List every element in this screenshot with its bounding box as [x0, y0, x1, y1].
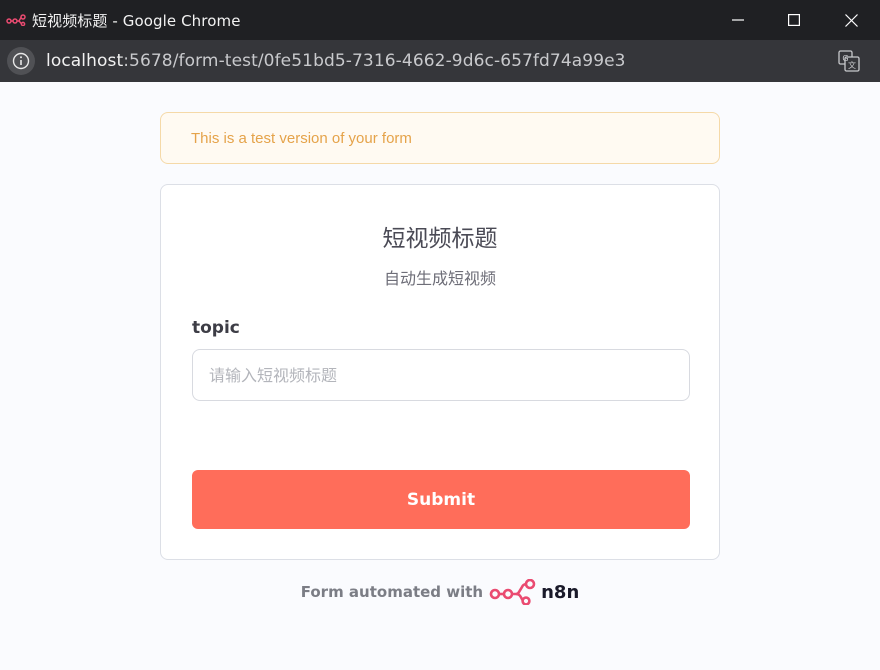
n8n-logo-icon: [6, 13, 28, 27]
address-bar: localhost:5678/form-test/0fe51bd5-7316-4…: [0, 40, 880, 82]
n8n-brand-text[interactable]: n8n: [541, 582, 579, 603]
maximize-icon: [788, 14, 800, 26]
form-subtitle: 自动生成短视频: [383, 269, 496, 288]
minimize-icon: [732, 19, 744, 21]
topic-input[interactable]: [192, 349, 690, 401]
form-title: 短视频标题: [382, 226, 498, 252]
test-version-banner: This is a test version of your form: [160, 112, 720, 164]
minimize-button[interactable]: [709, 0, 767, 40]
site-info-button[interactable]: [7, 47, 35, 75]
automated-with-text: Form automated with: [300, 583, 484, 601]
maximize-button[interactable]: [765, 0, 823, 40]
window-title: 短视频标题 - Google Chrome: [32, 11, 241, 30]
close-icon: [844, 13, 858, 27]
url-host: localhost: [46, 51, 124, 71]
translate-icon: G 文: [838, 50, 860, 72]
close-window-button[interactable]: [822, 0, 880, 40]
test-version-text: This is a test version of your form: [191, 129, 412, 147]
info-icon: [12, 52, 30, 70]
url-path: :5678/form-test/0fe51bd5-7316-4662-9d6c-…: [123, 51, 626, 71]
n8n-logo-icon[interactable]: [489, 579, 537, 605]
submit-button[interactable]: Submit: [192, 470, 690, 529]
topic-label: topic: [192, 318, 240, 338]
svg-text:文: 文: [848, 60, 856, 70]
translate-button[interactable]: G 文: [836, 48, 862, 74]
url-field[interactable]: localhost:5678/form-test/0fe51bd5-7316-4…: [46, 51, 626, 71]
form-card: 短视频标题 自动生成短视频 topic Submit: [160, 184, 720, 560]
form-footer: Form automated with n8n: [0, 576, 880, 608]
window-titlebar: 短视频标题 - Google Chrome: [0, 0, 880, 40]
